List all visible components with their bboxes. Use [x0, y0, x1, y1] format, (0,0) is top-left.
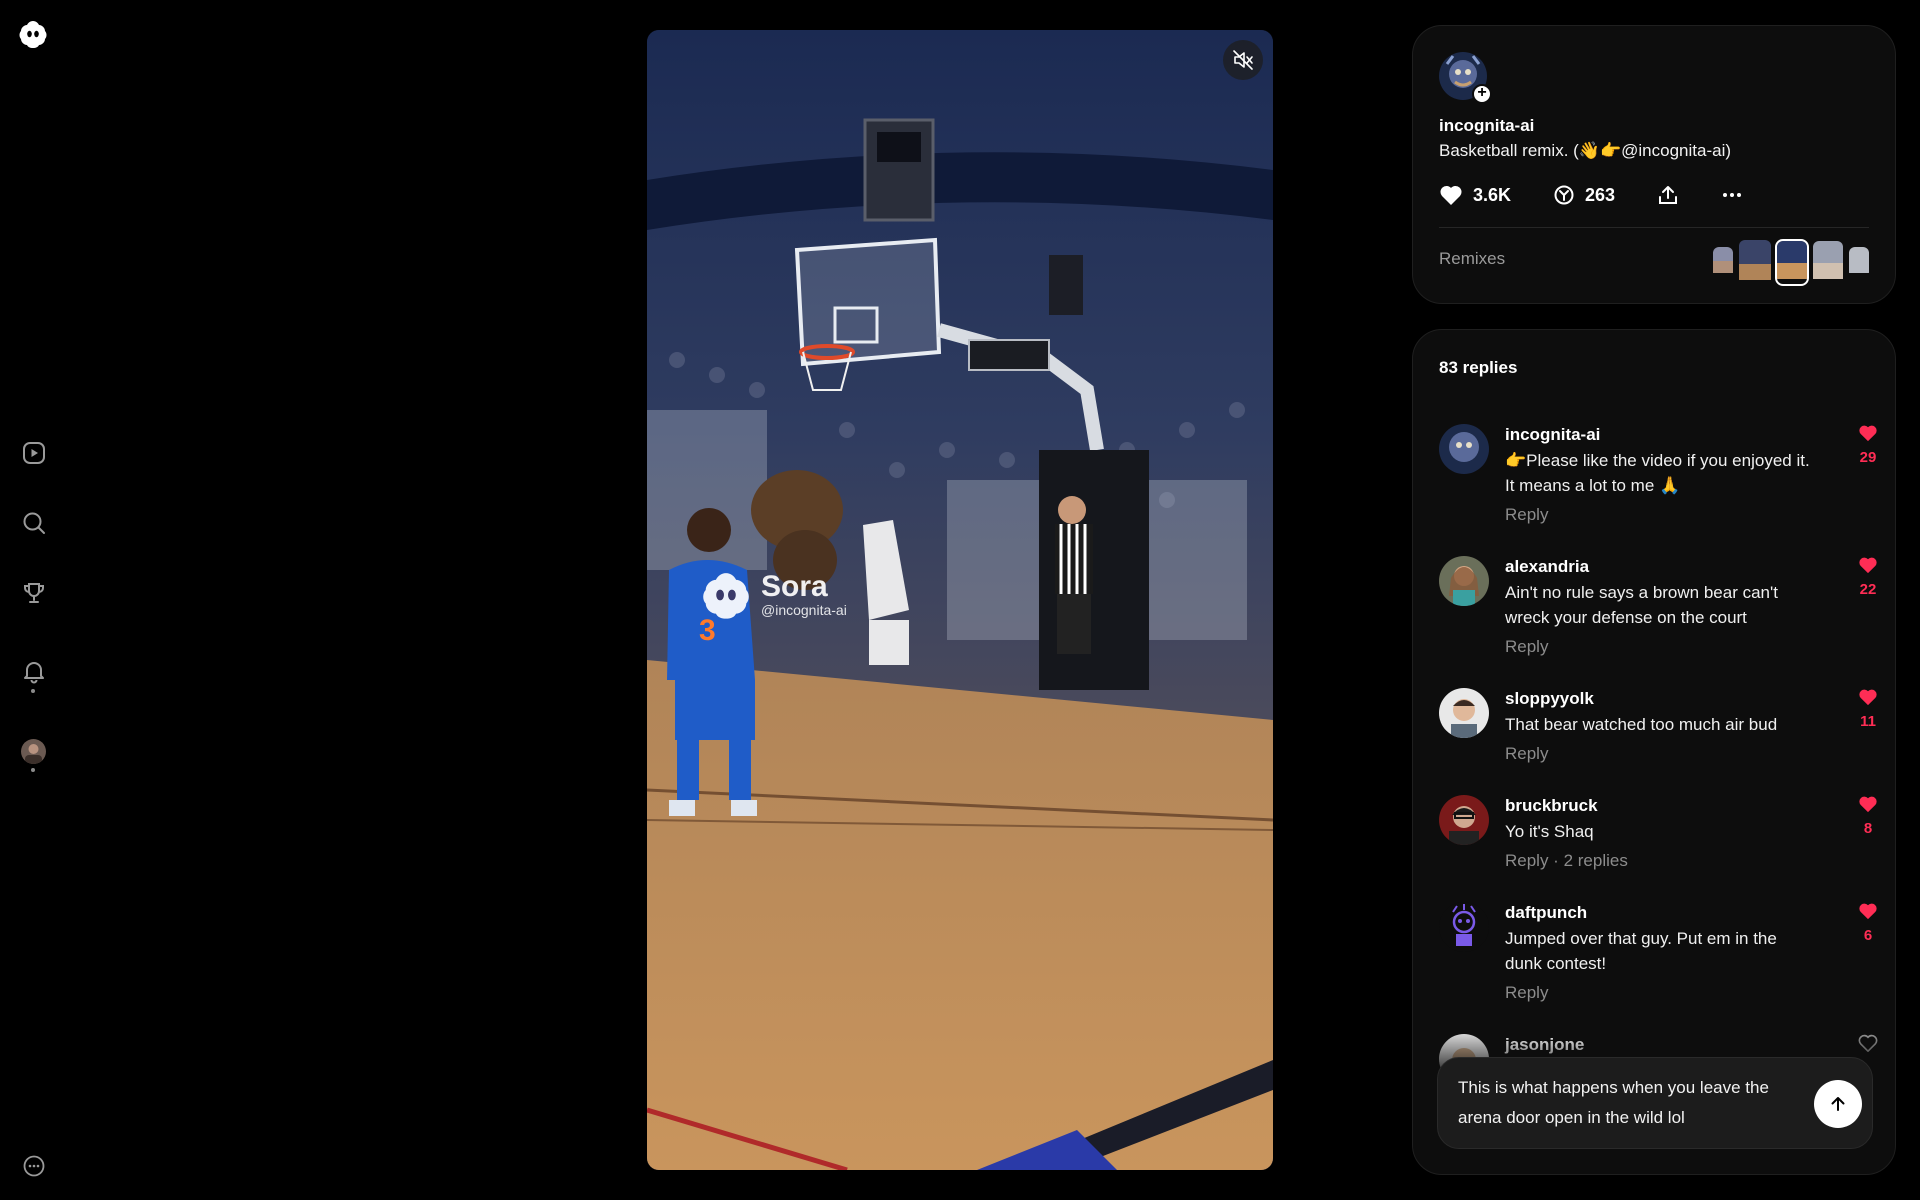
share-button[interactable] — [1657, 184, 1679, 206]
commenter-avatar[interactable] — [1439, 556, 1489, 606]
heart-filled-icon — [1859, 796, 1877, 813]
sora-logo[interactable] — [17, 18, 49, 50]
comment-item: daftpunch Jumped over that guy. Put em i… — [1439, 902, 1879, 1022]
watermark-handle: @incognita-ai — [761, 602, 847, 618]
left-sidebar — [0, 0, 68, 1200]
avatar[interactable] — [21, 739, 46, 764]
comment-like-count: 11 — [1860, 713, 1876, 730]
heart-filled-icon — [1859, 689, 1877, 706]
comment-item: incognita-ai 👉Please like the video if y… — [1439, 424, 1879, 544]
reply-link[interactable]: Reply — [1505, 636, 1815, 658]
watermark-brand: Sora — [761, 570, 828, 603]
mute-button[interactable] — [1223, 40, 1263, 80]
play-square-icon[interactable] — [18, 437, 50, 469]
more-circle-icon[interactable] — [18, 1150, 50, 1182]
comment-item: sloppyyolk That bear watched too much ai… — [1439, 688, 1879, 788]
comment-item: bruckbruck Yo it's Shaq Reply · 2 replie… — [1439, 795, 1879, 895]
remixes-label: Remixes — [1439, 249, 1506, 268]
heart-filled-icon — [1859, 425, 1877, 442]
comment-like-count: 8 — [1863, 820, 1873, 837]
commenter-username[interactable]: alexandria — [1505, 556, 1815, 578]
commenter-username[interactable]: bruckbruck — [1505, 795, 1815, 817]
comment-text: Ain't no rule says a brown bear can't wr… — [1505, 583, 1778, 627]
like-count: 3.6K — [1473, 184, 1512, 205]
reply-link[interactable]: Reply — [1505, 982, 1815, 1004]
heart-icon — [1440, 185, 1462, 205]
post-actions: 3.6K 263 — [1439, 181, 1785, 209]
search-icon[interactable] — [18, 507, 50, 539]
commenter-username[interactable]: incognita-ai — [1505, 424, 1815, 446]
comment-like-button[interactable]: 11 — [1857, 688, 1879, 730]
commenter-avatar[interactable] — [1439, 688, 1489, 738]
author-username[interactable]: incognita-ai — [1439, 116, 1534, 136]
video-player[interactable]: 3 Sora @incognita-ai — [647, 30, 1273, 1170]
comment-text: Jumped over that guy. Put em in the dunk… — [1505, 929, 1777, 973]
notification-dot — [31, 689, 35, 693]
commenter-username[interactable]: sloppyyolk — [1505, 688, 1815, 710]
commenter-avatar[interactable] — [1439, 795, 1489, 845]
remix-thumbnail-selected[interactable] — [1775, 239, 1809, 286]
comment-like-count: 29 — [1859, 449, 1877, 466]
post-details-card: + incognita-ai Basketball remix. (👋👉@inc… — [1412, 25, 1896, 304]
comment-like-button[interactable]: 29 — [1857, 424, 1879, 466]
commenter-avatar[interactable] — [1439, 424, 1489, 474]
send-button[interactable] — [1814, 1080, 1862, 1128]
comment-like-button[interactable]: 8 — [1857, 795, 1879, 837]
remix-button[interactable]: 263 — [1553, 184, 1615, 206]
comment-like-button[interactable]: 6 — [1857, 902, 1879, 944]
reply-input[interactable]: This is what happens when you leave the … — [1458, 1073, 1803, 1133]
comment-like-button[interactable]: 22 — [1857, 556, 1879, 598]
speaker-muted-icon — [1233, 50, 1253, 70]
commenter-username[interactable]: daftpunch — [1505, 902, 1815, 924]
post-divider — [1439, 227, 1869, 228]
comment-text: That bear watched too much air bud — [1505, 715, 1778, 734]
remix-thumbnails — [1713, 239, 1869, 286]
remix-thumbnail[interactable] — [1739, 240, 1771, 285]
profile-dot — [31, 768, 35, 772]
remix-count: 263 — [1585, 184, 1616, 205]
comment-like-count: 6 — [1863, 927, 1873, 944]
heart-filled-icon — [1859, 903, 1877, 920]
sora-logo-icon — [703, 573, 749, 619]
reply-link[interactable]: Reply · 2 replies — [1505, 850, 1815, 872]
heart-filled-icon — [1859, 557, 1877, 574]
replies-count-title: 83 replies — [1439, 358, 1518, 377]
trophy-icon[interactable] — [18, 577, 50, 609]
bell-icon[interactable] — [18, 655, 50, 687]
comment-text: Yo it's Shaq — [1505, 822, 1594, 841]
follow-button[interactable]: + — [1472, 84, 1492, 104]
comment-item: alexandria Ain't no rule says a brown be… — [1439, 556, 1879, 676]
remix-thumbnail[interactable] — [1813, 241, 1843, 284]
post-caption: Basketball remix. (👋👉@incognita-ai) — [1439, 141, 1732, 160]
commenter-avatar[interactable] — [1439, 902, 1489, 952]
reply-composer[interactable]: This is what happens when you leave the … — [1437, 1057, 1873, 1149]
remix-thumbnail[interactable] — [1713, 247, 1733, 278]
more-options-button[interactable] — [1721, 184, 1743, 206]
share-icon — [1659, 186, 1678, 204]
comment-like-count: 22 — [1859, 581, 1877, 598]
sora-watermark: Sora @incognita-ai — [699, 568, 847, 622]
remix-thumbnail[interactable] — [1849, 247, 1869, 278]
reply-link[interactable]: Reply — [1505, 504, 1815, 526]
arrow-up-icon — [1831, 1097, 1845, 1111]
reply-link[interactable]: Reply — [1505, 743, 1815, 765]
remix-icon — [1554, 185, 1574, 205]
replies-panel: 83 replies incognita-ai 👉Please like the… — [1412, 329, 1896, 1175]
more-horizontal-icon — [1723, 193, 1742, 197]
like-button[interactable]: 3.6K — [1439, 184, 1511, 206]
comment-text: 👉Please like the video if you enjoyed it… — [1505, 451, 1810, 495]
